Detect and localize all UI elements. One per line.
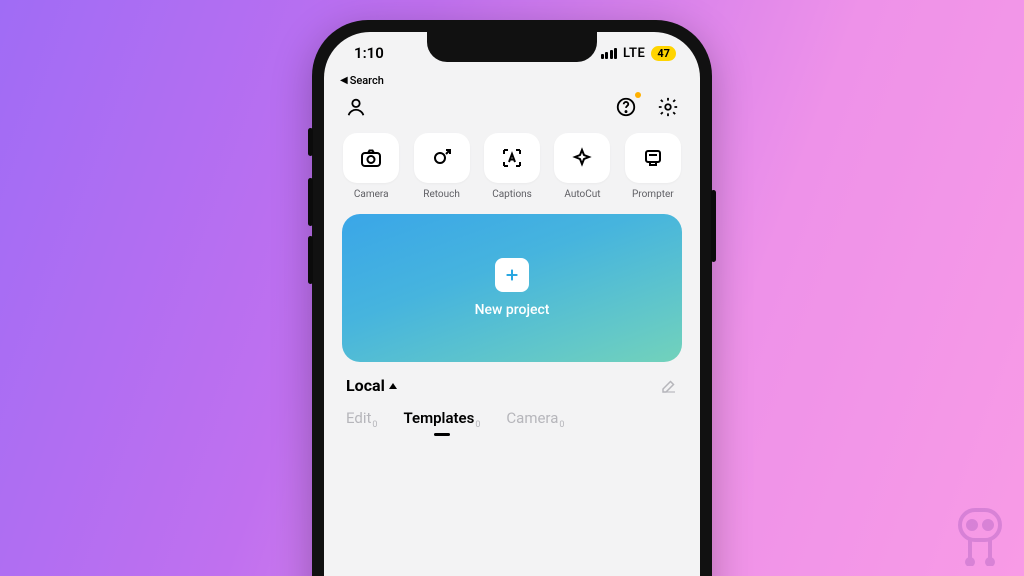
network-type: LTE bbox=[623, 46, 645, 61]
tab-edit[interactable]: Edit0 bbox=[346, 409, 377, 430]
profile-button[interactable] bbox=[342, 93, 370, 121]
tool-label: Camera bbox=[354, 189, 389, 200]
help-button[interactable] bbox=[612, 93, 640, 121]
back-label: Search bbox=[350, 74, 384, 87]
battery-badge: 47 bbox=[651, 46, 676, 61]
signal-icon bbox=[601, 48, 618, 59]
tab-label: Camera bbox=[506, 409, 558, 427]
captions-icon bbox=[500, 146, 524, 170]
tool-label: Prompter bbox=[632, 189, 674, 200]
help-icon bbox=[615, 96, 637, 118]
local-label: Local bbox=[346, 376, 385, 395]
tool-prompter[interactable]: Prompter bbox=[624, 133, 682, 200]
volume-down-button bbox=[308, 236, 313, 284]
power-button-physical bbox=[711, 190, 716, 262]
tab-camera[interactable]: Camera0 bbox=[506, 409, 564, 430]
plus-icon bbox=[495, 258, 529, 292]
mute-switch bbox=[308, 128, 313, 156]
tab-count: 0 bbox=[559, 420, 564, 430]
tab-label: Templates bbox=[403, 409, 474, 427]
tool-captions[interactable]: Captions bbox=[483, 133, 541, 200]
new-project-label: New project bbox=[475, 302, 550, 318]
screen: 1:10 LTE 47 ◀ Search bbox=[324, 32, 700, 576]
settings-button[interactable] bbox=[654, 93, 682, 121]
tool-label: AutoCut bbox=[564, 189, 600, 200]
notification-dot-icon bbox=[635, 92, 641, 98]
retouch-icon bbox=[430, 146, 454, 170]
watermark-robot-icon bbox=[952, 504, 1008, 566]
back-to-search[interactable]: ◀ Search bbox=[324, 74, 700, 89]
tool-autocut[interactable]: AutoCut bbox=[553, 133, 611, 200]
phone-frame: 1:10 LTE 47 ◀ Search bbox=[312, 20, 712, 576]
tool-label: Retouch bbox=[423, 189, 460, 200]
tools-row: Camera Retouch Captions bbox=[324, 127, 700, 210]
tool-label: Captions bbox=[492, 189, 532, 200]
section-header: Local bbox=[324, 376, 700, 405]
status-time: 1:10 bbox=[354, 44, 384, 62]
chevron-left-icon: ◀ bbox=[340, 75, 348, 86]
prompter-icon bbox=[641, 146, 665, 170]
gear-icon bbox=[657, 96, 679, 118]
caret-up-icon bbox=[389, 383, 397, 389]
profile-icon bbox=[345, 96, 367, 118]
edit-projects-button[interactable] bbox=[660, 377, 678, 395]
tab-templates[interactable]: Templates0 bbox=[403, 409, 480, 430]
new-project-button[interactable]: New project bbox=[342, 214, 682, 362]
tab-count: 0 bbox=[372, 420, 377, 430]
volume-up-button bbox=[308, 178, 313, 226]
tab-label: Edit bbox=[346, 409, 371, 427]
camera-icon bbox=[359, 146, 383, 170]
tool-retouch[interactable]: Retouch bbox=[412, 133, 470, 200]
local-dropdown[interactable]: Local bbox=[346, 376, 397, 395]
sparkle-icon bbox=[570, 146, 594, 170]
tab-count: 0 bbox=[475, 420, 480, 430]
pencil-icon bbox=[660, 377, 678, 395]
project-tabs: Edit0 Templates0 Camera0 bbox=[324, 405, 700, 430]
tool-camera[interactable]: Camera bbox=[342, 133, 400, 200]
app-header bbox=[324, 89, 700, 127]
notch bbox=[427, 32, 597, 62]
